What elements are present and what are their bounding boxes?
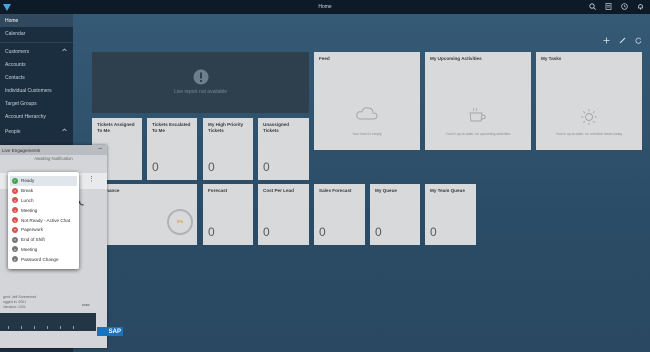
check-circle-icon: ✓ bbox=[12, 177, 18, 184]
phone-icon[interactable] bbox=[78, 193, 85, 211]
status-option-end-of-shift[interactable]: × End of Shift bbox=[10, 235, 77, 245]
cloud-icon bbox=[356, 106, 378, 125]
performance-tile[interactable]: rformance 0% bbox=[92, 184, 197, 245]
tile-title: Tickets Assigned To Me bbox=[97, 122, 135, 133]
logout-icon: × bbox=[12, 236, 18, 243]
sidebar-item-calendar[interactable]: Calendar bbox=[0, 27, 73, 40]
sidebar-item-home[interactable]: Home bbox=[0, 14, 73, 27]
tile-title: Unassigned Tickets bbox=[263, 122, 290, 133]
not-ready-icon: × bbox=[12, 226, 18, 233]
not-ready-icon: × bbox=[12, 217, 18, 224]
status-option-ready[interactable]: ✓ Ready bbox=[10, 176, 77, 186]
tile-title: My Queue bbox=[375, 188, 397, 193]
tile-title: Sales Forecast bbox=[319, 188, 352, 193]
shell-header: Home bbox=[0, 0, 650, 14]
not-ready-icon: × bbox=[12, 197, 18, 204]
gauge-value: 0% bbox=[176, 219, 184, 224]
sidebar-item-individual-customers[interactable]: Individual Customers bbox=[0, 84, 73, 97]
bell-icon[interactable] bbox=[636, 2, 644, 11]
tickets-escalated-tile[interactable]: Tickets Escalated To Me 0 bbox=[147, 118, 197, 180]
tile-value: 0 bbox=[430, 225, 437, 239]
feed-tile[interactable]: Feed Your feed is empty bbox=[314, 52, 420, 150]
panel-status-text: Awaiting Notification bbox=[34, 156, 73, 161]
my-tasks-tile[interactable]: My Tasks You're up-to-date, no overdue t… bbox=[536, 52, 642, 150]
panel-header: Live Engagements – bbox=[0, 145, 107, 155]
page-title: Home bbox=[318, 4, 332, 10]
edit-icon[interactable] bbox=[618, 36, 626, 44]
more-options-icon[interactable]: ⋮ bbox=[88, 175, 95, 183]
status-option-password-change[interactable]: × Password Change bbox=[10, 254, 77, 264]
status-option-lunch[interactable]: × Lunch bbox=[10, 196, 77, 206]
dialpad-strip[interactable] bbox=[0, 313, 96, 331]
sales-forecast-tile[interactable]: Sales Forecast 0 bbox=[314, 184, 365, 245]
status-option-active-chat[interactable]: × Not Ready - Active Chat bbox=[10, 215, 77, 225]
sidebar-item-target-groups[interactable]: Target Groups bbox=[0, 97, 73, 110]
tile-value: 0 bbox=[375, 225, 382, 239]
tile-value: 0 bbox=[263, 225, 270, 239]
refresh-icon[interactable] bbox=[634, 36, 642, 44]
status-option-break[interactable]: × Break bbox=[10, 186, 77, 196]
tile-title: My Upcoming Activities bbox=[430, 56, 482, 61]
tile-value: 0 bbox=[208, 160, 215, 174]
my-queue-tile[interactable]: My Queue 0 bbox=[370, 184, 420, 245]
performance-gauge bbox=[165, 207, 195, 242]
tile-title: Feed bbox=[319, 56, 330, 61]
forecast-tile[interactable]: Forecast 0 bbox=[203, 184, 253, 245]
activities-empty-message: You're up-to-date, no upcoming activitie… bbox=[445, 132, 511, 136]
tile-title: Forecast bbox=[208, 188, 228, 193]
search-icon[interactable] bbox=[588, 2, 596, 11]
alert-icon bbox=[193, 69, 209, 90]
live-report-tile[interactable]: Live report not available bbox=[92, 52, 309, 113]
sidebar-item-contacts[interactable]: Contacts bbox=[0, 71, 73, 84]
vendor-logo-icon: ▭▭ bbox=[82, 302, 90, 307]
add-icon[interactable] bbox=[602, 36, 610, 44]
extension: xtension: 1001 bbox=[3, 305, 26, 309]
sidebar-group-customers[interactable]: Customers bbox=[0, 45, 73, 58]
not-ready-icon: × bbox=[12, 207, 18, 214]
clock-icon[interactable] bbox=[620, 2, 628, 11]
upcoming-activities-tile[interactable]: My Upcoming Activities You're up-to-date… bbox=[425, 52, 531, 150]
sidebar-item-account-hierarchy[interactable]: Account Hierarchy bbox=[0, 110, 73, 123]
sap-logo: SAP bbox=[97, 327, 123, 336]
chevron-up-icon bbox=[62, 128, 67, 134]
sidebar-divider bbox=[0, 42, 73, 43]
tile-title: My Team Queue bbox=[430, 188, 465, 193]
tile-value: 0 bbox=[152, 160, 159, 174]
logout-icon: × bbox=[12, 256, 18, 263]
agent-status-menu: ✓ Ready × Break × Lunch × Meeting × Not … bbox=[8, 172, 79, 269]
feed-empty-message: Your feed is empty bbox=[352, 132, 382, 136]
status-option-meeting-2[interactable]: × Meeting bbox=[10, 245, 77, 255]
tile-value: 0 bbox=[208, 225, 215, 239]
tile-value: 0 bbox=[319, 225, 326, 239]
cost-per-lead-tile[interactable]: Cost Per Lead 0 bbox=[258, 184, 309, 245]
tile-title: Tickets Escalated To Me bbox=[152, 122, 191, 133]
status-option-paperwork[interactable]: × Paperwork bbox=[10, 225, 77, 235]
my-team-queue-tile[interactable]: My Team Queue 0 bbox=[425, 184, 476, 245]
agent-info: gent: Jeff Sonnenried ogged in: 0001 xte… bbox=[3, 295, 36, 310]
coffee-cup-icon bbox=[468, 107, 488, 128]
sun-icon bbox=[580, 108, 598, 131]
status-option-meeting[interactable]: × Meeting bbox=[10, 205, 77, 215]
notes-icon[interactable] bbox=[604, 2, 612, 11]
minimize-button[interactable]: – bbox=[99, 146, 102, 152]
sidebar-item-accounts[interactable]: Accounts bbox=[0, 58, 73, 71]
unassigned-tickets-tile[interactable]: Unassigned Tickets 0 bbox=[258, 118, 309, 180]
chevron-up-icon bbox=[62, 48, 67, 54]
sidebar-group-people[interactable]: People bbox=[0, 125, 73, 138]
panel-title: Live Engagements bbox=[2, 147, 41, 153]
tile-title: My High Priority Tickets bbox=[208, 122, 244, 133]
logout-icon: × bbox=[12, 246, 18, 253]
tasks-empty-message: You're up-to-date, no overdue tasks toda… bbox=[555, 132, 623, 136]
high-priority-tickets-tile[interactable]: My High Priority Tickets 0 bbox=[203, 118, 253, 180]
tile-title: Cost Per Lead bbox=[263, 188, 294, 193]
not-ready-icon: × bbox=[12, 187, 18, 194]
tile-title: My Tasks bbox=[541, 56, 562, 61]
tile-value: 0 bbox=[263, 160, 270, 174]
live-report-message: Live report not available bbox=[173, 89, 228, 95]
tile-title: rformance bbox=[97, 188, 120, 193]
